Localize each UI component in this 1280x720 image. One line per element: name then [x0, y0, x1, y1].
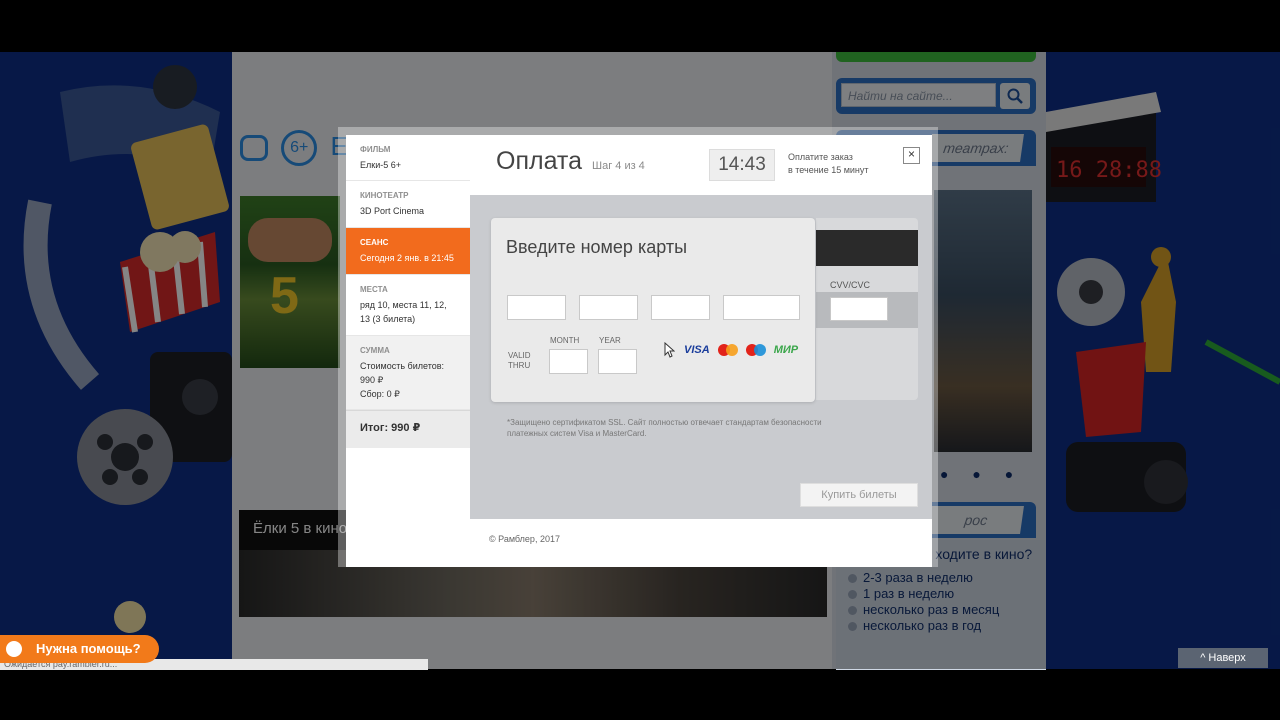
step-indicator: Шаг 4 из 4 — [592, 160, 645, 172]
card-front: Введите номер карты VALID THRU MONTH YEA… — [491, 218, 815, 402]
step-session: СЕАНС Сегодня 2 янв. в 21:45 — [346, 228, 470, 275]
card-back: CVV/CVC — [816, 218, 918, 400]
card-number-title: Введите номер карты — [506, 237, 688, 257]
expiry-year-input[interactable] — [598, 349, 637, 374]
valid-thru-label: VALID THRU — [508, 351, 531, 370]
visa-logo: VISA — [684, 344, 710, 356]
mastercard-icon — [717, 344, 738, 356]
summary-spacer — [346, 448, 470, 555]
modal-footer: © Рамблер, 2017 — [470, 519, 932, 567]
card-number-field-2[interactable] — [579, 295, 638, 320]
payment-panel: Оплата Шаг 4 из 4 14:43 Оплатите заказ в… — [470, 135, 932, 567]
expiry-month-input[interactable] — [549, 349, 588, 374]
maestro-icon — [745, 344, 766, 356]
cvv-input[interactable] — [830, 297, 888, 321]
help-icon — [2, 637, 26, 661]
month-label: MONTH — [550, 336, 580, 345]
payment-deadline-note: Оплатите заказ в течение 15 минут — [788, 152, 869, 175]
card-number-field-1[interactable] — [507, 295, 566, 320]
countdown-timer: 14:43 — [709, 149, 775, 181]
magnetic-stripe — [816, 230, 918, 266]
step-seats: МЕСТА ряд 10, места 11, 12, 13 (3 билета… — [346, 275, 470, 336]
payment-title: Оплата — [496, 147, 582, 175]
card-number-field-4[interactable] — [723, 295, 800, 320]
step-film: ФИЛЬМ Елки-5 6+ — [346, 135, 470, 181]
copyright: © Рамблер, 2017 — [489, 534, 560, 544]
card-form-area: CVV/CVC Введите номер карты VALID THRU M… — [470, 195, 932, 519]
mir-logo: МИР — [773, 344, 799, 356]
scroll-to-top-button[interactable]: ^ Наверх — [1178, 648, 1268, 668]
mouse-cursor-icon — [664, 342, 675, 358]
payment-header: Оплата Шаг 4 из 4 14:43 Оплатите заказ в… — [470, 135, 932, 195]
order-total: Итог: 990 ₽ — [346, 410, 470, 448]
step-sum: СУММА Стоимость билетов: 990 ₽ Сбор: 0 ₽ — [346, 336, 470, 410]
order-summary: ФИЛЬМ Елки-5 6+ КИНОТЕАТР 3D Port Cinema… — [346, 135, 471, 555]
cvv-label: CVV/CVC — [830, 280, 871, 290]
payment-modal: ФИЛЬМ Елки-5 6+ КИНОТЕАТР 3D Port Cinema… — [346, 135, 932, 567]
card-number-field-3[interactable] — [651, 295, 710, 320]
step-cinema: КИНОТЕАТР 3D Port Cinema — [346, 181, 470, 228]
ssl-note: *Защищено сертификатом SSL. Сайт полност… — [507, 418, 822, 438]
payment-systems: VISA МИР — [684, 344, 798, 356]
year-label: YEAR — [599, 336, 621, 345]
close-button[interactable]: × — [903, 147, 920, 164]
buy-tickets-button[interactable]: Купить билеты — [800, 483, 918, 507]
